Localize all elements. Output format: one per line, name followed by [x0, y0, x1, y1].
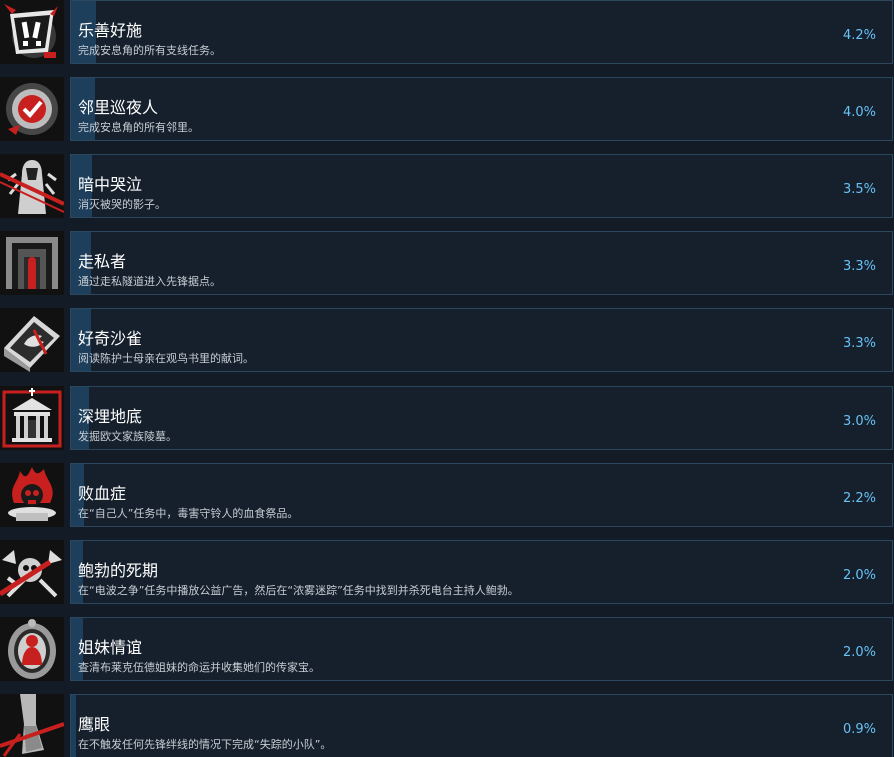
achievement-title: 邻里巡夜人	[78, 98, 159, 117]
weeping-figure-icon	[0, 154, 64, 218]
achievement-description: 阅读陈护士母亲在观鸟书里的献词。	[78, 352, 254, 365]
achievement-row[interactable]: 乐善好施 完成安息角的所有支线任务。 4.2%	[0, 0, 894, 66]
achievement-description: 查清布莱克伍德姐妹的命运并收集她们的传家宝。	[78, 661, 320, 674]
unlock-percent: 2.0%	[842, 645, 876, 660]
achievement-panel: 鹰眼 在不触发任何先锋绊线的情况下完成“失踪的小队”。 0.9%	[70, 694, 893, 757]
achievement-row[interactable]: 走私者 通过走私隧道进入先锋据点。 3.3%	[0, 231, 894, 297]
achievement-title: 走私者	[78, 252, 127, 271]
achievement-description: 消灭被哭的影子。	[78, 198, 166, 211]
achievement-panel: 邻里巡夜人 完成安息角的所有邻里。 4.0%	[70, 77, 893, 141]
achievement-description: 在“电波之争”任务中播放公益广告，然后在“浓雾迷踪”任务中找到并杀死电台主持人鲍…	[78, 584, 519, 597]
achievement-description: 在不触发任何先锋绊线的情况下完成“失踪的小队”。	[78, 738, 332, 751]
unlock-percent: 2.0%	[842, 568, 876, 583]
achievement-title: 好奇沙雀	[78, 329, 143, 348]
achievement-title: 败血症	[78, 484, 127, 503]
achievement-title: 深埋地底	[78, 407, 143, 426]
achievement-description: 完成安息角的所有邻里。	[78, 121, 199, 134]
radio-skull-icon	[0, 540, 64, 604]
unlock-progress-bar	[71, 695, 76, 757]
tripwire-leg-icon	[0, 694, 64, 757]
achievement-row[interactable]: 败血症 在“自己人”任务中，毒害守铃人的血食祭品。 2.2%	[0, 463, 894, 529]
achievement-panel: 深埋地底 发掘欧文家族陵墓。 3.0%	[70, 386, 893, 450]
achievement-row[interactable]: 鲍勃的死期 在“电波之争”任务中播放公益广告，然后在“浓雾迷踪”任务中找到并杀死…	[0, 540, 894, 606]
achievement-panel: 败血症 在“自己人”任务中，毒害守铃人的血食祭品。 2.2%	[70, 463, 893, 527]
unlock-percent: 3.5%	[842, 182, 876, 197]
unlock-percent: 3.3%	[842, 259, 876, 274]
achievement-row[interactable]: 暗中哭泣 消灭被哭的影子。 3.5%	[0, 154, 894, 220]
unlock-percent: 0.9%	[842, 722, 876, 737]
unlock-percent: 4.0%	[842, 105, 876, 120]
achievement-row[interactable]: 深埋地底 发掘欧文家族陵墓。 3.0%	[0, 386, 894, 452]
cameo-medallion-icon	[0, 617, 64, 681]
achievement-title: 鹰眼	[78, 715, 111, 734]
achievement-title: 暗中哭泣	[78, 175, 143, 194]
unlock-percent: 3.3%	[842, 336, 876, 351]
achievement-title: 姐妹情谊	[78, 638, 143, 657]
tunnel-door-icon	[0, 231, 64, 295]
achievement-row[interactable]: 鹰眼 在不触发任何先锋绊线的情况下完成“失踪的小队”。 0.9%	[0, 694, 894, 757]
achievement-description: 通过走私隧道进入先锋据点。	[78, 275, 221, 288]
bird-book-icon	[0, 308, 64, 372]
achievement-panel: 好奇沙雀 阅读陈护士母亲在观鸟书里的献词。 3.3%	[70, 308, 893, 372]
achievement-panel: 鲍勃的死期 在“电波之争”任务中播放公益广告，然后在“浓雾迷踪”任务中找到并杀死…	[70, 540, 893, 604]
mausoleum-icon	[0, 386, 64, 450]
check-seal-icon	[0, 77, 64, 141]
achievement-title: 鲍勃的死期	[78, 561, 159, 580]
achievement-list: 乐善好施 完成安息角的所有支线任务。 4.2% 邻里巡夜人 完成安息角的所有邻里…	[0, 0, 894, 757]
achievement-panel: 姐妹情谊 查清布莱克伍德姐妹的命运并收集她们的传家宝。 2.0%	[70, 617, 893, 681]
achievement-row[interactable]: 姐妹情谊 查清布莱克伍德姐妹的命运并收集她们的传家宝。 2.0%	[0, 617, 894, 683]
unlock-percent: 2.2%	[842, 491, 876, 506]
achievement-row[interactable]: 好奇沙雀 阅读陈护士母亲在观鸟书里的献词。 3.3%	[0, 308, 894, 374]
exclamation-badge-icon	[0, 0, 64, 64]
unlock-percent: 3.0%	[842, 414, 876, 429]
achievement-description: 在“自己人”任务中，毒害守铃人的血食祭品。	[78, 507, 299, 520]
achievement-panel: 乐善好施 完成安息角的所有支线任务。 4.2%	[70, 0, 893, 64]
achievement-panel: 暗中哭泣 消灭被哭的影子。 3.5%	[70, 154, 893, 218]
flaming-skull-icon	[0, 463, 64, 527]
achievement-row[interactable]: 邻里巡夜人 完成安息角的所有邻里。 4.0%	[0, 77, 894, 143]
achievement-description: 完成安息角的所有支线任务。	[78, 44, 221, 57]
achievement-title: 乐善好施	[78, 21, 143, 40]
achievement-description: 发掘欧文家族陵墓。	[78, 430, 177, 443]
achievement-panel: 走私者 通过走私隧道进入先锋据点。 3.3%	[70, 231, 893, 295]
unlock-percent: 4.2%	[842, 28, 876, 43]
